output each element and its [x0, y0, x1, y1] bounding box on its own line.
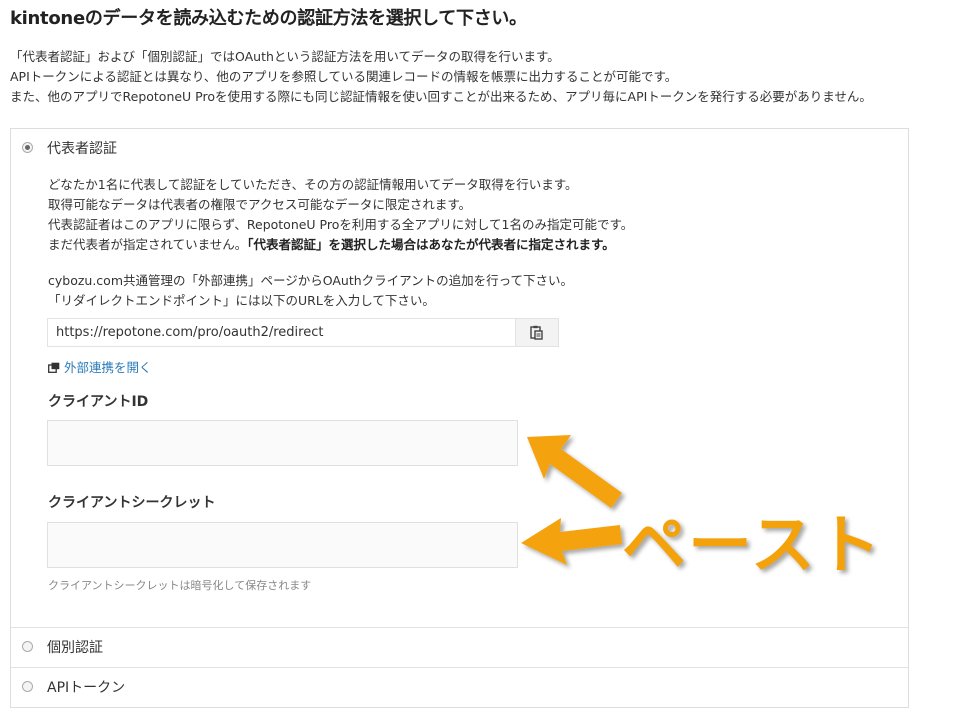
intro-line: APIトークンによる認証とは異なり、他のアプリを参照している関連レコードの情報を… — [10, 69, 678, 84]
setup-line: 「リダイレクトエンドポイント」には以下のURLを入力して下さい。 — [48, 293, 435, 308]
description-line: 取得可能なデータは代表者の権限でアクセス可能なデータに限定されます。 — [48, 197, 472, 212]
open-external-link-label[interactable]: 外部連携を開く — [64, 360, 152, 375]
auth-option-label[interactable]: 代表者認証 — [47, 138, 117, 158]
description-bold: 「代表者認証」を選択した場合はあなたが代表者に指定されます。 — [247, 237, 615, 252]
representative-detail: どなたか1名に代表して認証をしていただき、その方の認証情報用いてデータ取得を行い… — [47, 175, 888, 592]
client-id-input[interactable] — [47, 420, 518, 466]
auth-option-api-token[interactable]: APIトークン — [11, 667, 908, 708]
auth-option-representative[interactable]: 代表者認証 — [11, 129, 908, 169]
description-plain: まだ代表者が指定されていません。 — [48, 237, 248, 252]
radio-button-api-token[interactable] — [22, 681, 33, 692]
redirect-url-field[interactable]: https://repotone.com/pro/oauth2/redirect — [47, 318, 559, 347]
client-secret-label: クライアントシークレット — [48, 495, 216, 511]
intro-line: また、他のアプリでRepotoneU Proを使用する際にも同じ認証情報を使い回… — [10, 89, 872, 104]
auth-method-panel: 代表者認証 どなたか1名に代表して認証をしていただき、その方の認証情報用いてデー… — [10, 128, 909, 708]
client-id-label: クライアントID — [48, 394, 149, 410]
open-external-link[interactable]: 外部連携を開く — [48, 357, 152, 376]
radio-button-representative[interactable] — [22, 142, 33, 153]
intro-text: 「代表者認証」および「個別認証」ではOAuthという認証方法を用いてデータの取得… — [10, 47, 872, 107]
paste-annotation-text: ペースト — [622, 509, 883, 583]
setup-line: cybozu.com共通管理の「外部連携」ページからOAuthクライアントの追加… — [48, 273, 574, 288]
description-line: 代表認証者はこのアプリに限らず、RepotoneU Proを利用する全アプリに対… — [48, 217, 634, 232]
description-line: まだ代表者が指定されていません。「代表者認証」を選択した場合はあなたが代表者に指… — [48, 235, 888, 255]
redirect-url-text[interactable]: https://repotone.com/pro/oauth2/redirect — [56, 325, 323, 340]
description-line: どなたか1名に代表して認証をしていただき、その方の認証情報用いてデータ取得を行い… — [48, 177, 578, 192]
intro-line: 「代表者認証」および「個別認証」ではOAuthという認証方法を用いてデータの取得… — [10, 49, 560, 64]
clipboard-icon — [530, 325, 543, 340]
setup-instructions: cybozu.com共通管理の「外部連携」ページからOAuthクライアントの追加… — [48, 271, 573, 311]
auth-option-individual[interactable]: 個別認証 — [11, 627, 908, 668]
radio-button-individual[interactable] — [22, 641, 33, 652]
client-secret-hint: クライアントシークレットは暗号化して保存されます — [48, 579, 312, 592]
page-title: kintoneのデータを読み込むための認証方法を選択して下さい。 — [10, 8, 527, 29]
auth-option-label[interactable]: APIトークン — [47, 677, 125, 697]
copy-url-button[interactable] — [515, 319, 558, 346]
external-window-icon — [48, 362, 60, 373]
client-secret-input[interactable] — [47, 522, 518, 568]
representative-description: どなたか1名に代表して認証をしていただき、その方の認証情報用いてデータ取得を行い… — [48, 175, 888, 255]
auth-option-label[interactable]: 個別認証 — [47, 637, 103, 657]
